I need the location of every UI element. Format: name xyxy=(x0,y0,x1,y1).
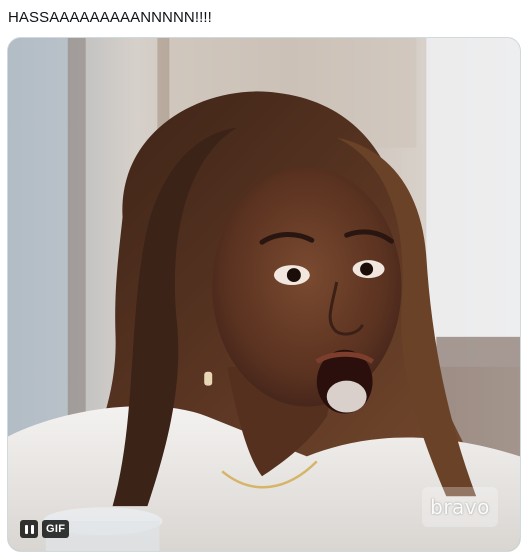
bravo-watermark-logo: bravo xyxy=(422,487,498,527)
gif-frame-image xyxy=(8,38,520,551)
watermark-text: bravo xyxy=(430,495,490,519)
gif-badge: GIF xyxy=(42,520,70,538)
tweet-text: HASSAAAAAAAAANNNNN!!!! xyxy=(8,9,212,26)
gif-controls: GIF xyxy=(20,519,70,539)
pause-icon[interactable] xyxy=(20,520,38,538)
gif-media[interactable]: GIF bravo xyxy=(7,37,521,552)
